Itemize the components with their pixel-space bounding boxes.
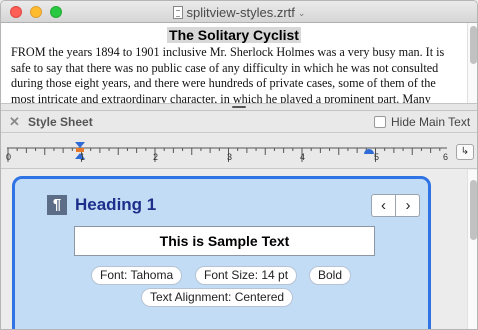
chevron-down-icon[interactable]: ⌄ xyxy=(298,8,306,18)
previous-style-button[interactable]: ‹ xyxy=(372,195,396,216)
paragraph-icon: ¶ xyxy=(47,195,67,215)
font-attribute-badge[interactable]: Font: Tahoma xyxy=(91,266,183,285)
scrollbar-thumb[interactable] xyxy=(470,180,477,240)
bold-attribute-badge[interactable]: Bold xyxy=(309,266,352,285)
ruler-number: 4 xyxy=(300,152,306,162)
window-title[interactable]: splitview-styles.zrtf ⌄ xyxy=(1,5,477,20)
ruler-number: 6 xyxy=(443,152,449,162)
scrollbar-thumb[interactable] xyxy=(470,26,477,64)
ruler-number: 2 xyxy=(153,152,159,162)
document-heading: The Solitary Cyclist xyxy=(1,27,467,45)
return-arrow-icon[interactable]: ↳ xyxy=(456,144,474,160)
checkbox-icon[interactable] xyxy=(374,116,386,128)
hide-main-text-label: Hide Main Text xyxy=(391,115,471,129)
ruler-number: 3 xyxy=(227,152,233,162)
ruler-number: 1 xyxy=(80,152,86,162)
next-style-button[interactable]: › xyxy=(396,195,420,216)
font-size-attribute-badge[interactable]: Font Size: 14 pt xyxy=(195,266,298,285)
right-indent-marker[interactable] xyxy=(364,149,374,154)
style-name: Heading 1 xyxy=(75,195,157,214)
ruler[interactable]: 0 1 2 3 4 5 6 ↳ xyxy=(1,134,477,169)
sample-text-box: This is Sample Text xyxy=(74,226,375,256)
document-body: FROM the years 1894 to 1901 inclusive Mr… xyxy=(11,45,445,103)
hide-main-text-checkbox[interactable]: Hide Main Text xyxy=(374,115,470,129)
window-title-text: splitview-styles.zrtf xyxy=(186,5,295,20)
ruler-number: 5 xyxy=(374,152,380,162)
style-card[interactable]: ¶ Heading 1 ‹ › This is Sample Text Font… xyxy=(12,176,431,329)
style-navigation: ‹ › xyxy=(371,194,420,217)
app-window: splitview-styles.zrtf ⌄ The Solitary Cycl… xyxy=(0,0,478,330)
main-text-scrollbar[interactable] xyxy=(467,23,477,103)
close-style-sheet-icon[interactable]: ✕ xyxy=(9,114,20,130)
divider-grip-icon[interactable] xyxy=(232,106,246,108)
style-sheet-scrollbar[interactable] xyxy=(467,170,477,329)
ruler-number: 0 xyxy=(6,152,12,162)
alignment-attribute-badge[interactable]: Text Alignment: Centered xyxy=(141,288,294,307)
main-text-pane[interactable]: The Solitary Cyclist FROM the years 1894… xyxy=(1,23,467,103)
title-bar: splitview-styles.zrtf ⌄ xyxy=(1,1,477,23)
ruler-scale xyxy=(7,142,447,162)
first-line-indent-marker[interactable] xyxy=(75,142,85,148)
style-sheet-content: ¶ Heading 1 ‹ › This is Sample Text Font… xyxy=(1,170,467,329)
style-sheet-header: ✕ Style Sheet Hide Main Text xyxy=(1,111,477,133)
document-heading-text: The Solitary Cyclist xyxy=(167,27,301,43)
style-sheet-title: Style Sheet xyxy=(28,115,93,129)
split-divider[interactable] xyxy=(1,103,477,111)
document-icon xyxy=(172,6,183,19)
